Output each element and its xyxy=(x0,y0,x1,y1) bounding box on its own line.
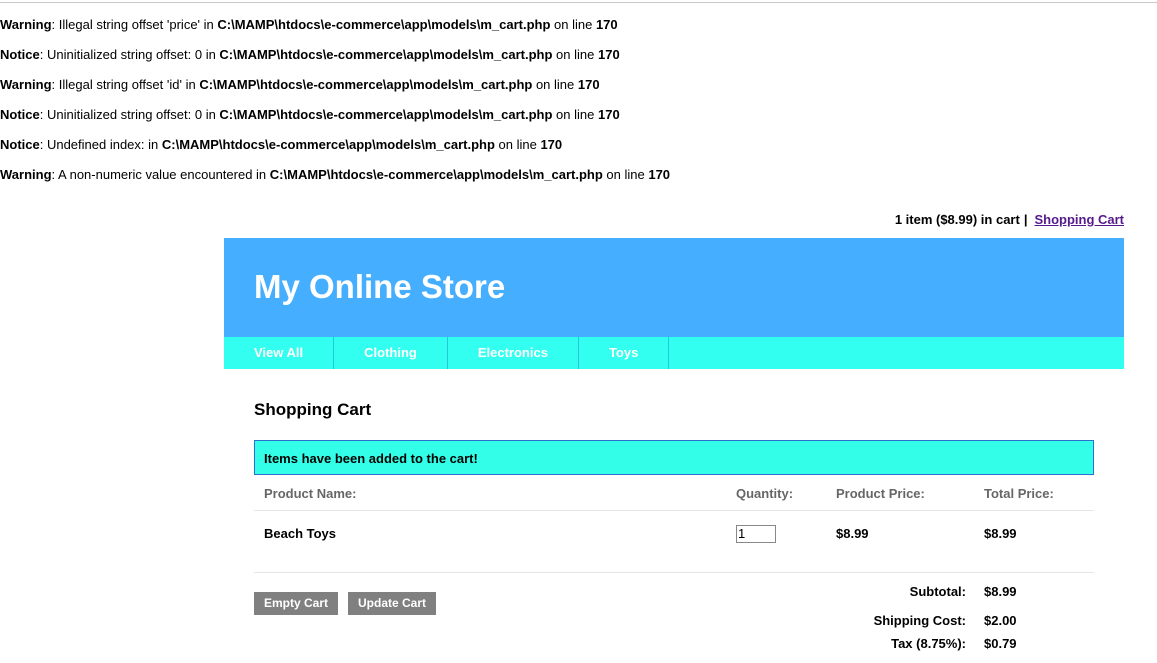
store-wrapper: My Online Store View All Clothing Electr… xyxy=(224,238,1124,663)
product-price: $8.99 xyxy=(836,526,869,541)
cart-content: Shopping Cart Items have been added to t… xyxy=(224,369,1124,663)
error-type: Notice xyxy=(0,137,40,152)
page-title: Shopping Cart xyxy=(254,400,372,419)
product-name: Beach Toys xyxy=(264,526,337,541)
tax-label: Tax (8.75%): xyxy=(891,636,966,651)
header-product-price: Product Price: xyxy=(836,486,925,501)
php-error-line: Notice: Undefined index: in C:\MAMP\htdo… xyxy=(0,137,670,167)
error-message: : Uninitialized string offset: 0 in xyxy=(39,107,220,122)
store-header: My Online Store xyxy=(224,238,1124,337)
header-quantity: Quantity: xyxy=(736,486,794,501)
error-line-number: 170 xyxy=(597,107,620,122)
error-type: Notice xyxy=(0,107,40,122)
error-path: C:\MAMP\htdocs\e-commerce\app\models\m_c… xyxy=(219,107,553,122)
error-path: C:\MAMP\htdocs\e-commerce\app\models\m_c… xyxy=(219,47,553,62)
nav-item-electronics[interactable]: Electronics xyxy=(448,337,579,369)
quantity-cell xyxy=(736,524,776,543)
error-on-line: on line xyxy=(552,107,598,122)
error-message: : Illegal string offset 'id' in xyxy=(51,77,200,92)
error-type: Warning xyxy=(0,17,52,32)
header-product-name: Product Name: xyxy=(264,486,357,501)
error-on-line: on line xyxy=(532,77,578,92)
error-path: C:\MAMP\htdocs\e-commerce\app\models\m_c… xyxy=(161,137,495,152)
quantity-input[interactable] xyxy=(736,524,776,543)
error-message: : A non-numeric value encountered in xyxy=(51,167,270,182)
subtotal-value: $8.99 xyxy=(984,584,1017,599)
table-row: Beach Toys $8.99 $8.99 xyxy=(254,511,1094,573)
php-error-list: Warning: Illegal string offset 'price' i… xyxy=(0,17,670,197)
error-on-line: on line xyxy=(494,137,541,152)
php-error-line: Warning: Illegal string offset 'price' i… xyxy=(0,17,670,47)
error-message: : Illegal string offset 'price' in xyxy=(51,17,218,32)
header-total-price: Total Price: xyxy=(984,486,1054,501)
error-message: : Uninitialized string offset: 0 in xyxy=(39,47,220,62)
php-error-line: Warning: A non-numeric value encountered… xyxy=(0,167,670,197)
php-error-line: Notice: Uninitialized string offset: 0 i… xyxy=(0,47,670,77)
main-nav: View All Clothing Electronics Toys xyxy=(224,337,1124,369)
nav-item-clothing[interactable]: Clothing xyxy=(334,337,448,369)
error-type: Warning xyxy=(0,167,52,182)
shopping-cart-link[interactable]: Shopping Cart xyxy=(1034,212,1124,227)
error-message: : Undefined index: in xyxy=(39,137,162,152)
error-type: Warning xyxy=(0,77,52,92)
php-error-line: Warning: Illegal string offset 'id' in C… xyxy=(0,77,670,107)
nav-item-view-all[interactable]: View All xyxy=(224,337,335,369)
cart-totals: Empty Cart Update Cart Subtotal: $8.99 S… xyxy=(254,573,1094,663)
nav-item-toys[interactable]: Toys xyxy=(579,337,670,369)
cart-table: Product Name: Quantity: Product Price: T… xyxy=(254,475,1094,573)
error-path: C:\MAMP\htdocs\e-commerce\app\models\m_c… xyxy=(269,167,603,182)
store-title: My Online Store xyxy=(254,268,506,305)
cart-summary: 1 item ($8.99) in cart xyxy=(894,212,1020,227)
tax-value: $0.79 xyxy=(984,636,1017,651)
error-line-number: 170 xyxy=(648,167,671,182)
error-path: C:\MAMP\htdocs\e-commerce\app\models\m_c… xyxy=(217,17,551,32)
shipping-label: Shipping Cost: xyxy=(873,613,966,628)
error-on-line: on line xyxy=(602,167,649,182)
table-header-row: Product Name: Quantity: Product Price: T… xyxy=(254,475,1094,511)
cart-status-bar: 1 item ($8.99) in cart | Shopping Cart xyxy=(895,212,1124,227)
error-type: Notice xyxy=(0,47,40,62)
error-path: C:\MAMP\htdocs\e-commerce\app\models\m_c… xyxy=(199,77,533,92)
php-error-line: Notice: Uninitialized string offset: 0 i… xyxy=(0,107,670,137)
subtotal-label: Subtotal: xyxy=(909,584,966,599)
error-on-line: on line xyxy=(552,47,598,62)
empty-cart-button[interactable]: Empty Cart xyxy=(254,592,339,615)
error-line-number: 170 xyxy=(597,47,620,62)
total-price: $8.99 xyxy=(984,526,1017,541)
top-divider xyxy=(0,2,1157,3)
update-cart-button[interactable]: Update Cart xyxy=(348,592,437,615)
error-on-line: on line xyxy=(550,17,596,32)
error-line-number: 170 xyxy=(577,77,600,92)
error-line-number: 170 xyxy=(540,137,563,152)
error-line-number: 170 xyxy=(595,17,618,32)
cart-status-separator: | xyxy=(1023,212,1028,227)
success-message: Items have been added to the cart! xyxy=(254,440,1094,475)
shipping-value: $2.00 xyxy=(984,613,1017,628)
